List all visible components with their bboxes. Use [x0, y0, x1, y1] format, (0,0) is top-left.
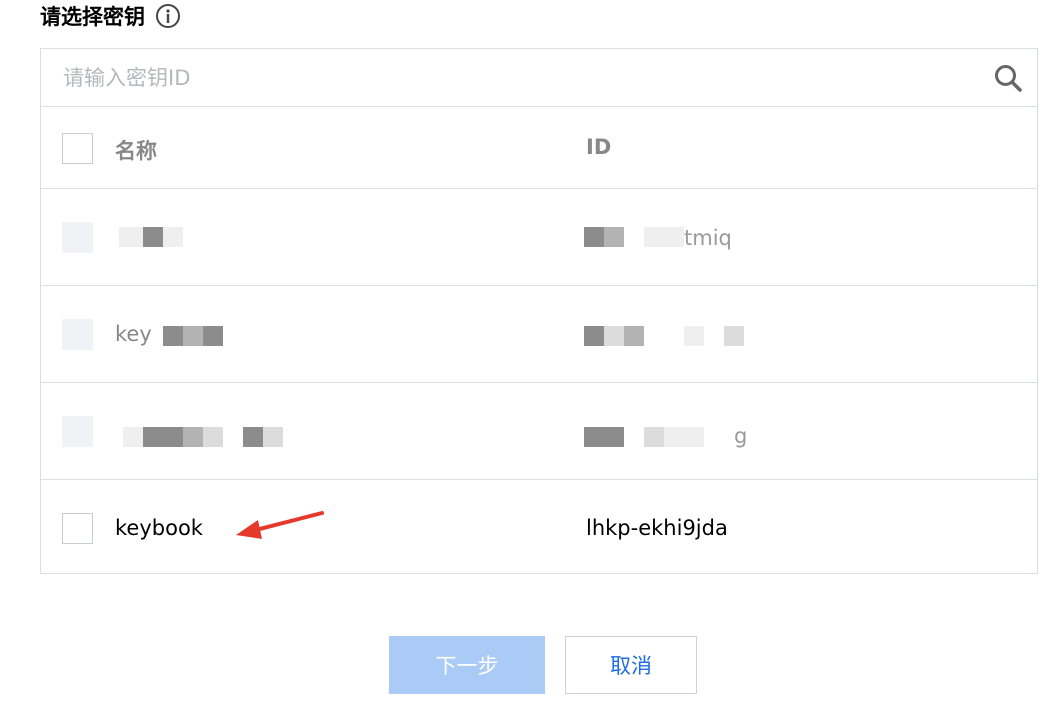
partial-id-text: tmiq [684, 226, 732, 250]
table-row[interactable]: tmiq [41, 189, 1037, 286]
search-bar [41, 49, 1037, 107]
annotation-arrow-icon [236, 511, 324, 539]
column-header-id: ID [586, 135, 612, 159]
row-checkbox[interactable] [62, 513, 93, 544]
title-row: 请选择密钥 [40, 0, 181, 32]
select-all-checkbox[interactable] [62, 133, 93, 164]
page-title: 请选择密钥 [40, 5, 145, 29]
table-row[interactable]: key [41, 286, 1037, 383]
partial-id-text: g [734, 424, 748, 448]
column-header-name: 名称 [115, 139, 157, 163]
partial-name-text: key [115, 322, 152, 346]
info-icon[interactable] [155, 3, 181, 29]
row-checkbox[interactable] [62, 319, 93, 350]
table-header: 名称 ID [41, 107, 1037, 189]
search-input[interactable] [41, 49, 981, 106]
row-id: lhkp-ekhi9jda [586, 516, 728, 540]
table-row[interactable]: g [41, 383, 1037, 480]
key-selection-panel: 名称 ID tmiq key [40, 48, 1038, 574]
search-icon[interactable] [993, 63, 1023, 93]
next-step-button[interactable]: 下一步 [389, 636, 545, 694]
row-checkbox[interactable] [62, 222, 93, 253]
table-row[interactable]: keybook lhkp-ekhi9jda [41, 480, 1037, 577]
row-name: keybook [115, 516, 203, 540]
cancel-button[interactable]: 取消 [565, 636, 697, 694]
row-checkbox[interactable] [62, 416, 93, 447]
